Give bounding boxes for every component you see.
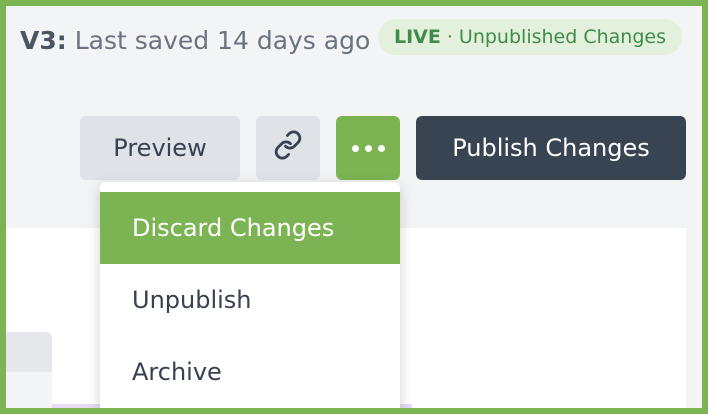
menu-item-label: Unpublish xyxy=(132,286,252,314)
more-options-menu: Discard Changes Unpublish Archive xyxy=(100,182,400,408)
publish-label: Publish Changes xyxy=(452,134,650,162)
preview-button[interactable]: Preview xyxy=(80,116,240,180)
menu-item-label: Archive xyxy=(132,358,222,386)
menu-item-label: Discard Changes xyxy=(132,214,335,242)
editor-frame: V3: Last saved 14 days ago LIVE · Unpubl… xyxy=(0,0,708,414)
menu-item-unpublish[interactable]: Unpublish xyxy=(100,264,400,336)
save-status: V3: Last saved 14 days ago xyxy=(20,26,370,55)
side-strip xyxy=(6,372,52,408)
link-icon xyxy=(273,130,303,166)
status-badge: LIVE · Unpublished Changes xyxy=(378,19,682,55)
publish-changes-button[interactable]: Publish Changes xyxy=(416,116,686,180)
copy-link-button[interactable] xyxy=(256,116,320,180)
menu-item-archive[interactable]: Archive xyxy=(100,336,400,408)
unpublished-changes-label: Unpublished Changes xyxy=(458,26,666,48)
preview-label: Preview xyxy=(113,134,207,162)
status-separator: · xyxy=(446,26,453,48)
side-tab xyxy=(6,332,52,374)
more-horizontal-icon xyxy=(351,144,385,152)
last-saved-text: Last saved 14 days ago xyxy=(74,26,371,55)
more-options-button[interactable] xyxy=(336,116,400,180)
version-label: V3: xyxy=(20,26,67,55)
menu-item-discard-changes[interactable]: Discard Changes xyxy=(100,192,400,264)
live-label: LIVE xyxy=(394,26,441,48)
